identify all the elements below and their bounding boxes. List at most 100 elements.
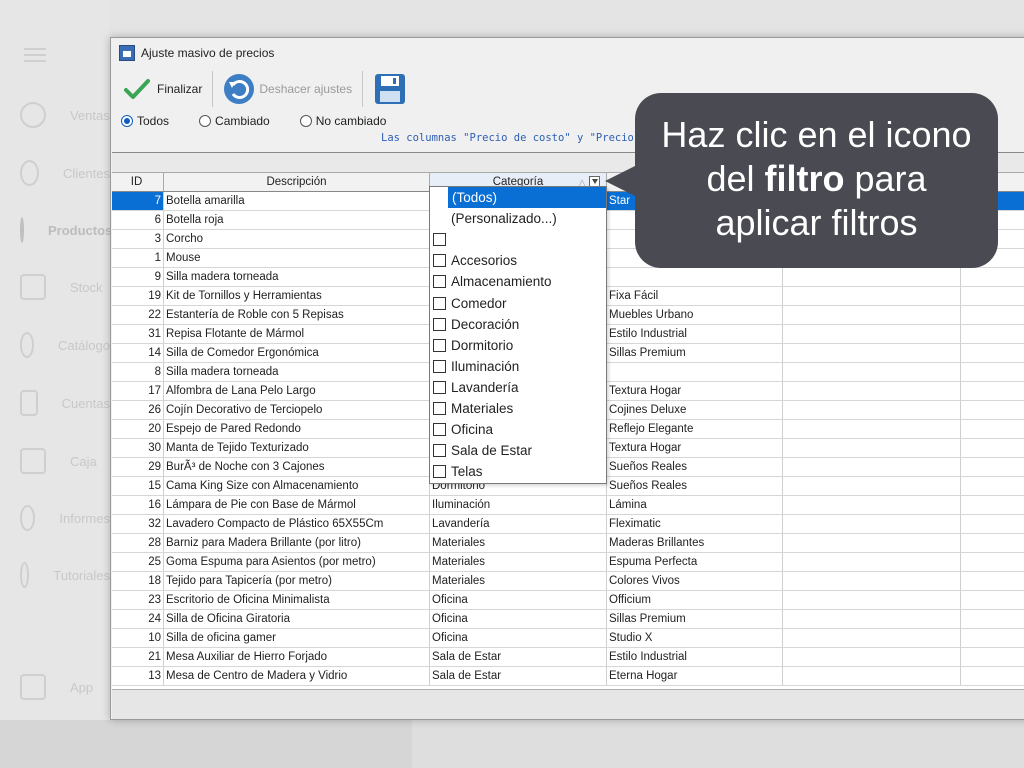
sidebar-item[interactable]: Catálogo	[20, 330, 110, 360]
cell-id[interactable]: 14	[112, 344, 164, 362]
cell-extra-2[interactable]	[961, 363, 1024, 381]
cell-id[interactable]: 15	[112, 477, 164, 495]
column-header-id[interactable]: ID	[112, 173, 164, 191]
cell-description[interactable]: Silla de Comedor Ergonómica	[164, 344, 430, 362]
cell-brand[interactable]: Eterna Hogar	[607, 667, 783, 685]
cell-id[interactable]: 25	[112, 553, 164, 571]
cell-extra-2[interactable]	[961, 439, 1024, 457]
table-row[interactable]: 23 Escritorio de Oficina Minimalista Ofici…	[112, 591, 1024, 610]
cell-description[interactable]: Tejido para Tapicería (por metro)	[164, 572, 430, 590]
cell-extra-1[interactable]	[783, 610, 961, 628]
cell-description[interactable]: Lavadero Compacto de Plástico 65X55Cm	[164, 515, 430, 533]
cell-description[interactable]: Corcho	[164, 230, 430, 248]
checkbox[interactable]	[433, 338, 446, 352]
cell-id[interactable]: 3	[112, 230, 164, 248]
cell-id[interactable]: 7	[112, 192, 164, 210]
cell-extra-2[interactable]	[961, 382, 1024, 400]
cell-category[interactable]: Sala de Estar	[430, 667, 607, 685]
cell-extra-1[interactable]	[783, 629, 961, 647]
table-row[interactable]: 16 Lámpara de Pie con Base de Mármol Ilumi…	[112, 496, 1024, 515]
cell-description[interactable]: Mesa de Centro de Madera y Vidrio	[164, 667, 430, 685]
cell-category[interactable]: Materiales	[430, 534, 607, 552]
filter-checkbox-option[interactable]: Accesorios	[430, 250, 606, 271]
cell-id[interactable]: 19	[112, 287, 164, 305]
cell-extra-1[interactable]	[783, 382, 961, 400]
cell-extra-2[interactable]	[961, 553, 1024, 571]
cell-description[interactable]: Kit de Tornillos y Herramientas	[164, 287, 430, 305]
cell-description[interactable]: Cojín Decorativo de Terciopelo	[164, 401, 430, 419]
cell-id[interactable]: 17	[112, 382, 164, 400]
finalize-button[interactable]: Finalizar	[117, 71, 208, 107]
cell-brand[interactable]: Cojines Deluxe	[607, 401, 783, 419]
cell-extra-1[interactable]	[783, 458, 961, 476]
cell-brand[interactable]: Sueños Reales	[607, 458, 783, 476]
cell-description[interactable]: Silla de Oficina Giratoria	[164, 610, 430, 628]
sidebar-item[interactable]: App	[20, 672, 110, 702]
cell-extra-2[interactable]	[961, 344, 1024, 362]
cell-id[interactable]: 9	[112, 268, 164, 286]
filter-checkbox-option[interactable]: Dormitorio	[430, 335, 606, 356]
sidebar-item[interactable]: Cuentas	[20, 388, 110, 418]
cell-id[interactable]: 16	[112, 496, 164, 514]
cell-extra-1[interactable]	[783, 591, 961, 609]
cell-description[interactable]: Escritorio de Oficina Minimalista	[164, 591, 430, 609]
cell-description[interactable]: Botella amarilla	[164, 192, 430, 210]
cell-category[interactable]: Oficina	[430, 591, 607, 609]
cell-extra-2[interactable]	[961, 515, 1024, 533]
checkbox[interactable]	[433, 401, 446, 415]
cell-extra-2[interactable]	[961, 648, 1024, 666]
sidebar-item[interactable]: Ventas	[20, 100, 110, 130]
cell-extra-1[interactable]	[783, 496, 961, 514]
cell-brand[interactable]: Muebles Urbano	[607, 306, 783, 324]
cell-id[interactable]: 26	[112, 401, 164, 419]
checkbox[interactable]	[433, 423, 446, 437]
cell-extra-1[interactable]	[783, 306, 961, 324]
cell-id[interactable]: 32	[112, 515, 164, 533]
checkbox[interactable]	[433, 380, 446, 394]
cell-id[interactable]: 21	[112, 648, 164, 666]
cell-id[interactable]: 1	[112, 249, 164, 267]
cell-description[interactable]: Barniz para Madera Brillante (por litro)	[164, 534, 430, 552]
cell-extra-2[interactable]	[961, 420, 1024, 438]
cell-id[interactable]: 23	[112, 591, 164, 609]
filter-checkbox-option[interactable]: Decoración	[430, 314, 606, 335]
cell-extra-2[interactable]	[961, 572, 1024, 590]
cell-id[interactable]: 13	[112, 667, 164, 685]
cell-extra-1[interactable]	[783, 439, 961, 457]
cell-description[interactable]: Manta de Tejido Texturizado	[164, 439, 430, 457]
cell-brand[interactable]: Reflejo Elegante	[607, 420, 783, 438]
table-row[interactable]: 13 Mesa de Centro de Madera y Vidrio Sala …	[112, 667, 1024, 686]
cell-brand[interactable]: Sillas Premium	[607, 610, 783, 628]
cell-brand[interactable]: Lámina	[607, 496, 783, 514]
cell-id[interactable]: 30	[112, 439, 164, 457]
cell-extra-2[interactable]	[961, 268, 1024, 286]
cell-category[interactable]: Oficina	[430, 610, 607, 628]
cell-description[interactable]: Alfombra de Lana Pelo Largo	[164, 382, 430, 400]
cell-category[interactable]: Iluminación	[430, 496, 607, 514]
filter-checkbox-option[interactable]: Iluminación	[430, 356, 606, 377]
radio-todos[interactable]: Todos	[121, 114, 169, 128]
cell-id[interactable]: 8	[112, 363, 164, 381]
cell-brand[interactable]: Textura Hogar	[607, 382, 783, 400]
cell-extra-2[interactable]	[961, 325, 1024, 343]
cell-brand[interactable]: Fleximatic	[607, 515, 783, 533]
cell-id[interactable]: 31	[112, 325, 164, 343]
filter-checkbox-option[interactable]: Comedor	[430, 292, 606, 313]
cell-brand[interactable]: Sillas Premium	[607, 344, 783, 362]
cell-id[interactable]: 22	[112, 306, 164, 324]
filter-checkbox-option[interactable]: Almacenamiento	[430, 271, 606, 292]
cell-id[interactable]: 10	[112, 629, 164, 647]
cell-brand[interactable]: Colores Vivos	[607, 572, 783, 590]
sidebar-item[interactable]: Clientes	[20, 158, 110, 188]
cell-extra-1[interactable]	[783, 553, 961, 571]
table-row[interactable]: 25 Goma Espuma para Asientos (por metro) M…	[112, 553, 1024, 572]
cell-category[interactable]: Lavandería	[430, 515, 607, 533]
cell-description[interactable]: Espejo de Pared Redondo	[164, 420, 430, 438]
table-row[interactable]: 32 Lavadero Compacto de Plástico 65X55Cm L…	[112, 515, 1024, 534]
cell-extra-2[interactable]	[961, 306, 1024, 324]
cell-description[interactable]: Silla madera torneada	[164, 363, 430, 381]
cell-extra-2[interactable]	[961, 591, 1024, 609]
column-header-description[interactable]: Descripción	[164, 173, 430, 191]
filter-checkbox-option[interactable]: Sala de Estar	[430, 440, 606, 461]
cell-description[interactable]: BurÃ³ de Noche con 3 Cajones	[164, 458, 430, 476]
